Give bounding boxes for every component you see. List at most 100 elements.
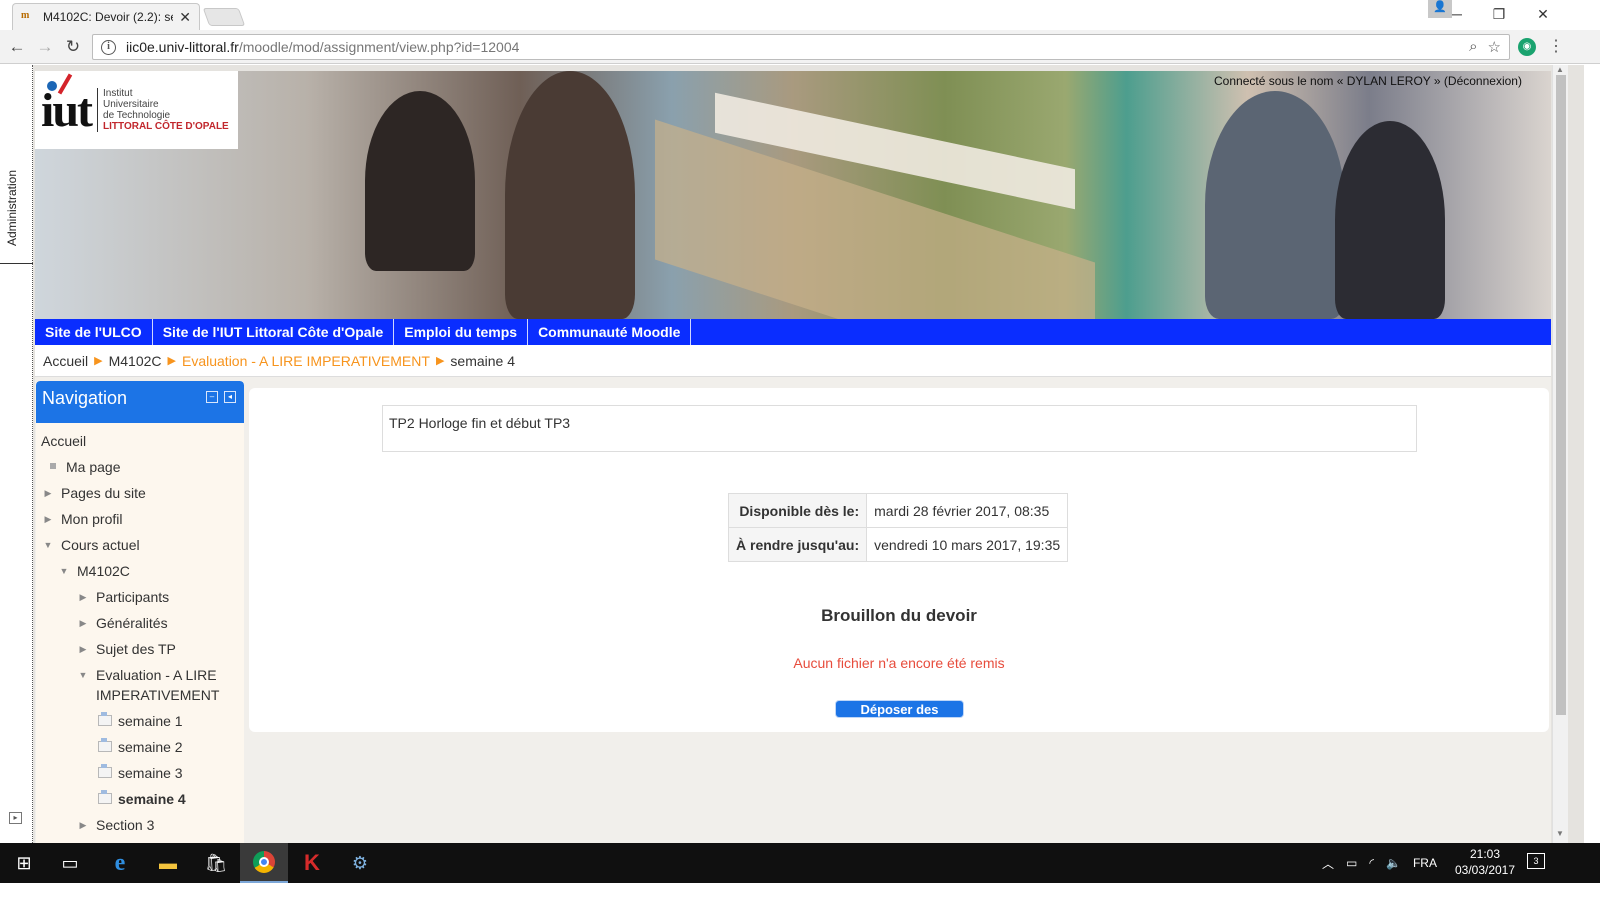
user-profile-link[interactable]: DYLAN LEROY — [1347, 74, 1431, 88]
nav-item-evaluation[interactable]: ▼ Evaluation - A LIRE IMPERATIVEMENT — [41, 665, 244, 711]
wifi-icon[interactable]: ◜ — [1369, 856, 1374, 870]
table-row: Disponible dès le: mardi 28 février 2017… — [727, 493, 1069, 528]
breadcrumb-section[interactable]: Evaluation - A LIRE IMPERATIVEMENT — [182, 353, 430, 369]
nav-item-my-profile[interactable]: ▶ Mon profil — [41, 509, 244, 535]
scrollbar-thumb[interactable] — [1556, 75, 1566, 715]
language-indicator[interactable]: FRA — [1413, 856, 1437, 870]
nav-item-sujet[interactable]: ▶ Sujet des TP — [41, 639, 244, 665]
nav-item-week-4[interactable]: semaine 4 — [41, 789, 244, 815]
edge-icon[interactable]: e — [96, 843, 144, 883]
tab-close-icon[interactable]: ✕ — [179, 9, 191, 26]
restore-icon[interactable]: ❐ — [1476, 0, 1522, 28]
expand-arrow-icon: ▶ — [79, 618, 87, 628]
kaspersky-icon[interactable]: K — [288, 843, 336, 883]
navigation-title: Navigation — [42, 388, 128, 408]
expand-arrow-icon: ▶ — [79, 644, 87, 654]
windows-taskbar: ⊞ ▭ e ▬ 🛍 K ⚙ ︿ ▭ ◜ 🔈 FRA 21:03 03/03/20… — [0, 843, 1600, 883]
iut-logo[interactable]: iut Institut Universitaire de Technologi… — [35, 71, 238, 149]
nav-item-week-1[interactable]: semaine 1 — [41, 711, 244, 737]
nav-item-course[interactable]: ▼ M4102C — [41, 561, 244, 587]
address-bar[interactable]: i iic0e.univ-littoral.fr/moodle/mod/assi… — [92, 34, 1510, 60]
url-path: /moodle/mod/assignment/view.php?id=12004 — [238, 39, 520, 55]
file-explorer-icon[interactable]: ▬ — [144, 843, 192, 883]
browser-tab-active[interactable]: m M4102C: Devoir (2.2): se ✕ — [12, 3, 200, 30]
logout-link[interactable]: Déconnexion — [1448, 74, 1518, 88]
nav-item-week-2[interactable]: semaine 2 — [41, 737, 244, 763]
menu-item-iut[interactable]: Site de l'IUT Littoral Côte d'Opale — [153, 319, 395, 345]
volume-icon[interactable]: 🔈 — [1386, 856, 1401, 870]
extension-icon[interactable]: ◉ — [1518, 38, 1536, 56]
nav-item-current-course[interactable]: ▼ Cours actuel — [41, 535, 244, 561]
steam-icon[interactable]: ⚙ — [336, 843, 384, 883]
bullet-icon — [50, 463, 56, 469]
browser-toolbar: ← → ↻ i iic0e.univ-littoral.fr/moodle/mo… — [0, 30, 1600, 64]
url-host: iic0e.univ-littoral.fr — [126, 39, 239, 55]
scroll-down-icon[interactable]: ▼ — [1556, 829, 1564, 838]
nav-item-site-pages[interactable]: ▶ Pages du site — [41, 483, 244, 509]
taskbar-clock[interactable]: 21:03 03/03/2017 — [1440, 846, 1530, 878]
breadcrumb-home[interactable]: Accueil — [43, 353, 88, 369]
nav-item-my-page[interactable]: Ma page — [41, 457, 244, 483]
info-icon[interactable]: i — [101, 39, 116, 55]
navigation-tree: Accueil Ma page ▶ Pages du site ▶ Mon prof… — [36, 423, 244, 841]
breadcrumb-separator-icon: ▶ — [94, 355, 103, 367]
store-icon[interactable]: 🛍 — [192, 843, 240, 883]
no-files-notice: Aucun fichier n'a encore été remis — [793, 655, 1005, 671]
folder-icon — [98, 790, 112, 804]
banner-person — [505, 71, 635, 319]
nav-item-week-3[interactable]: semaine 3 — [41, 763, 244, 789]
navigation-header: Navigation – ◂ — [36, 381, 244, 423]
chrome-taskbar-icon[interactable] — [240, 843, 288, 883]
breadcrumb: Accueil ▶ M4102C ▶ Evaluation - A LIRE I… — [35, 345, 1551, 377]
forward-arrow-icon[interactable]: → — [34, 36, 56, 58]
close-window-icon[interactable]: ✕ — [1520, 0, 1566, 28]
collapse-block-icon[interactable]: – — [206, 391, 218, 403]
available-from-value: mardi 28 février 2017, 08:35 — [866, 493, 1069, 528]
tab-title: M4102C: Devoir (2.2): se — [43, 10, 174, 24]
collapse-arrow-icon: ▼ — [78, 670, 88, 680]
tray-expand-icon[interactable]: ︿ — [1322, 855, 1334, 872]
nav-item-generalites[interactable]: ▶ Généralités — [41, 613, 244, 639]
browser-menu-icon[interactable]: ⋮ — [1548, 36, 1564, 56]
breadcrumb-course[interactable]: M4102C — [109, 353, 162, 369]
dates-table: Disponible dès le: mardi 28 février 2017… — [727, 493, 1069, 562]
header-banner-image — [35, 71, 1551, 319]
scroll-up-icon[interactable]: ▲ — [1556, 65, 1564, 74]
menu-item-timetable[interactable]: Emploi du temps — [394, 319, 529, 345]
task-view-icon[interactable]: ▭ — [46, 843, 94, 883]
banner-person — [1335, 121, 1445, 319]
nav-item-participants[interactable]: ▶ Participants — [41, 587, 244, 613]
breadcrumb-separator-icon: ▶ — [167, 355, 176, 367]
system-tray: ︿ ▭ ◜ 🔈 FRA — [1322, 843, 1437, 883]
upload-files-button[interactable]: Déposer des fichiers — [835, 700, 964, 734]
due-date-label: À rendre jusqu'au: — [727, 527, 868, 562]
collapse-arrow-icon: ▼ — [59, 566, 69, 576]
menu-item-ulco[interactable]: Site de l'ULCO — [35, 319, 153, 345]
reload-icon[interactable]: ↻ — [62, 36, 84, 58]
folder-icon — [98, 712, 112, 726]
collapse-arrow-icon: ▼ — [43, 540, 53, 550]
page-scrollbar[interactable]: ▲ ▼ — [1552, 65, 1568, 843]
menu-item-moodle-community[interactable]: Communauté Moodle — [528, 319, 692, 345]
folder-icon — [98, 738, 112, 752]
undock-icon[interactable]: ▸ — [9, 812, 22, 824]
bookmark-star-icon[interactable]: ☆ — [1488, 38, 1501, 56]
new-tab-button[interactable] — [202, 8, 246, 26]
minimize-icon[interactable]: ─ — [1434, 0, 1480, 28]
battery-icon[interactable]: ▭ — [1346, 856, 1357, 870]
back-arrow-icon[interactable]: ← — [6, 36, 28, 58]
nav-item-section-3[interactable]: ▶ Section 3 — [41, 815, 244, 841]
breadcrumb-separator-icon: ▶ — [435, 355, 445, 367]
expand-arrow-icon: ▶ — [79, 592, 87, 602]
action-center-icon[interactable]: 3 — [1527, 853, 1545, 869]
zoom-icon[interactable]: ⌕ — [1469, 38, 1477, 56]
logo-mark: iut — [41, 72, 93, 138]
admin-dock: Administration — [0, 65, 33, 843]
admin-dock-label[interactable]: Administration — [5, 153, 25, 263]
due-date-value: vendredi 10 mars 2017, 19:35 — [866, 527, 1069, 562]
dock-block-icon[interactable]: ◂ — [224, 391, 236, 403]
windows-start-icon[interactable]: ⊞ — [0, 843, 48, 883]
nav-item-home[interactable]: Accueil — [41, 431, 244, 457]
table-row: À rendre jusqu'au: vendredi 10 mars 2017… — [727, 527, 1069, 562]
folder-icon — [98, 764, 112, 778]
